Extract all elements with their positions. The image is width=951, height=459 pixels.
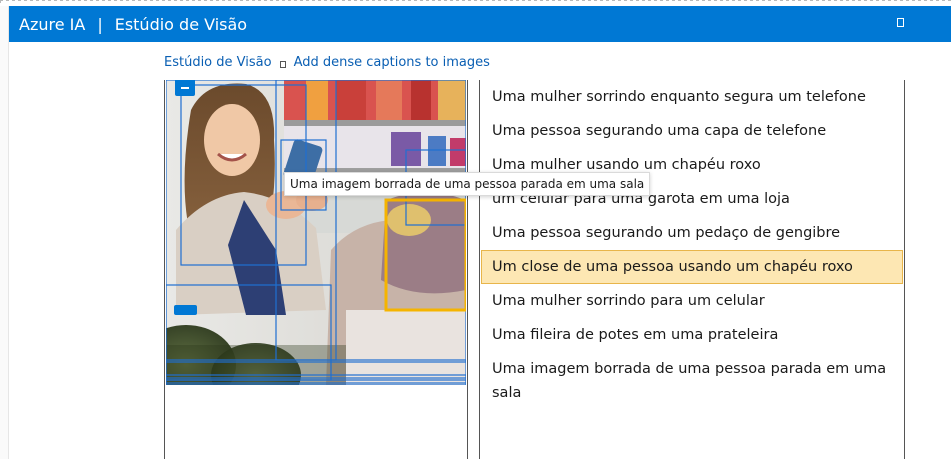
minus-icon — [181, 87, 189, 89]
breadcrumb-link-studio[interactable]: Estúdio de Visão — [164, 55, 272, 70]
caption-item[interactable]: Uma mulher sorrindo enquanto segura um t… — [481, 80, 903, 114]
caption-item[interactable]: Uma mulher sorrindo para um celular — [481, 284, 903, 318]
captions-list: Uma mulher sorrindo enquanto segura um t… — [480, 80, 904, 410]
left-edge-frame — [0, 6, 9, 459]
collapse-boxes-button[interactable] — [175, 80, 195, 96]
caption-item[interactable]: Uma pessoa segurando uma capa de telefon… — [481, 114, 903, 148]
region-caption-tooltip: Uma imagem borrada de uma pessoa parada … — [284, 172, 651, 196]
caption-item-selected[interactable]: Um close de uma pessoa usando um chapéu … — [481, 250, 903, 284]
breadcrumb: Estúdio de Visão Add dense captions to i… — [164, 52, 490, 72]
breadcrumb-separator-icon — [279, 60, 286, 68]
region-label-tag[interactable] — [174, 305, 197, 315]
captions-panel: Uma mulher sorrindo enquanto segura um t… — [479, 80, 905, 459]
studio-name[interactable]: Estúdio de Visão — [115, 15, 247, 34]
header-separator: | — [97, 14, 103, 34]
caption-item[interactable]: Uma pessoa segurando um pedaço de gengib… — [481, 216, 903, 250]
top-app-bar: Azure IA | Estúdio de Visão — [9, 6, 951, 42]
app-name[interactable]: Azure IA — [19, 15, 85, 34]
caption-item[interactable]: Uma fileira de potes em uma prateleira — [481, 318, 903, 352]
breadcrumb-link-dense-captions[interactable]: Add dense captions to images — [294, 55, 490, 70]
image-preview-panel — [164, 80, 468, 459]
restore-window-icon[interactable] — [897, 18, 904, 27]
caption-item[interactable]: Uma imagem borrada de uma pessoa parada … — [481, 352, 903, 410]
sample-image — [166, 80, 466, 385]
